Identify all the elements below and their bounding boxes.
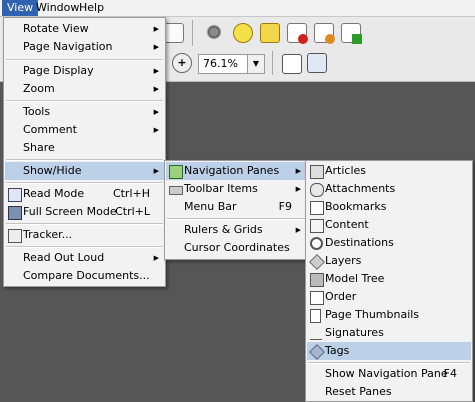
submenu-arrow-icon: ▶	[153, 126, 159, 134]
order-icon	[310, 291, 324, 305]
menu-bar: View Window Help	[0, 0, 475, 17]
menu-item-page-display[interactable]: Page Display ▶	[5, 62, 164, 80]
content-icon	[310, 219, 324, 233]
sign-document-icon[interactable]	[314, 23, 335, 44]
submenu-arrow-icon: ▶	[153, 167, 159, 175]
submenu-arrow-icon: ▶	[153, 67, 159, 75]
menu-item-show-navigation-pane[interactable]: Show Navigation Pane F4	[307, 365, 471, 383]
menu-item-reset-panes[interactable]: Reset Panes	[307, 383, 471, 401]
menu-item-show-hide[interactable]: Show/Hide ▶	[5, 162, 164, 180]
read-mode-icon	[8, 188, 22, 202]
menu-item-full-screen-mode[interactable]: Full Screen Mode Ctrl+L	[5, 203, 164, 221]
signatures-icon	[310, 327, 322, 340]
comment-icon[interactable]	[233, 23, 253, 43]
menu-separator	[6, 59, 163, 61]
submenu-arrow-icon: ▶	[295, 167, 301, 175]
fit-page-icon[interactable]	[307, 53, 327, 73]
menu-item-page-thumbnails[interactable]: Page Thumbnails	[307, 306, 471, 324]
zoom-input[interactable]: 76.1%	[198, 54, 250, 74]
tag-icon	[309, 344, 325, 360]
submenu-arrow-icon: ▶	[295, 226, 301, 234]
menu-separator	[6, 159, 163, 161]
menu-item-menu-bar[interactable]: Menu Bar F9	[166, 198, 306, 216]
menu-separator	[6, 182, 163, 184]
toolbar-separator	[192, 20, 193, 46]
show-hide-submenu: Navigation Panes ▶ Toolbar Items ▶ Menu …	[164, 160, 308, 260]
navigation-panes-icon	[169, 165, 183, 179]
toolbar-separator	[272, 51, 273, 75]
menu-separator	[6, 246, 163, 248]
menu-item-read-mode[interactable]: Read Mode Ctrl+H	[5, 185, 164, 203]
paperclip-icon	[310, 183, 324, 197]
menu-item-tools[interactable]: Tools ▶	[5, 103, 164, 121]
submenu-arrow-icon: ▶	[153, 85, 159, 93]
menu-item-tracker[interactable]: Tracker...	[5, 226, 164, 244]
menu-item-order[interactable]: Order	[307, 288, 471, 306]
submenu-arrow-icon: ▶	[153, 254, 159, 262]
model-tree-icon	[310, 273, 324, 287]
menu-item-model-tree[interactable]: Model Tree	[307, 270, 471, 288]
menu-item-cursor-coordinates[interactable]: Cursor Coordinates	[166, 239, 306, 257]
full-screen-icon	[8, 206, 22, 220]
destinations-icon	[310, 237, 323, 250]
delete-document-icon[interactable]	[287, 23, 308, 44]
zoom-dropdown-button[interactable]: ▼	[247, 54, 265, 74]
menu-item-layers[interactable]: Layers	[307, 252, 471, 270]
menubar-help[interactable]: Help	[74, 0, 109, 16]
menu-item-zoom[interactable]: Zoom ▶	[5, 80, 164, 98]
submenu-arrow-icon: ▶	[153, 108, 159, 116]
menu-item-rulers-grids[interactable]: Rulers & Grids ▶	[166, 221, 306, 239]
menu-item-compare-documents[interactable]: Compare Documents...	[5, 267, 164, 285]
toolbar-items-icon	[169, 186, 183, 195]
zoom-in-icon[interactable]: +	[172, 53, 192, 73]
view-menu: Rotate View ▶ Page Navigation ▶ Page Dis…	[3, 17, 166, 287]
menu-separator	[6, 100, 163, 102]
menu-item-share[interactable]: Share	[5, 139, 164, 157]
fit-width-icon[interactable]	[282, 54, 302, 74]
menu-item-navigation-panes[interactable]: Navigation Panes ▶	[166, 162, 306, 180]
layers-icon	[309, 254, 325, 270]
menu-item-read-out-loud[interactable]: Read Out Loud ▶	[5, 249, 164, 267]
email-icon[interactable]	[164, 23, 184, 43]
menu-item-page-navigation[interactable]: Page Navigation ▶	[5, 38, 164, 56]
tracker-icon	[8, 229, 22, 243]
menu-item-bookmarks[interactable]: Bookmarks	[307, 198, 471, 216]
menu-item-content[interactable]: Content	[307, 216, 471, 234]
submenu-arrow-icon: ▶	[153, 25, 159, 33]
export-document-icon[interactable]	[341, 23, 362, 44]
bookmark-icon	[310, 201, 324, 215]
menu-item-tags[interactable]: Tags	[307, 342, 471, 360]
page-thumbnails-icon	[310, 309, 321, 323]
submenu-arrow-icon: ▶	[295, 185, 301, 193]
menu-item-destinations[interactable]: Destinations	[307, 234, 471, 252]
menu-separator	[167, 218, 305, 220]
highlight-icon[interactable]	[260, 23, 280, 43]
menu-item-articles[interactable]: Articles	[307, 162, 471, 180]
menu-separator	[6, 223, 163, 225]
navigation-panes-submenu: Articles Attachments Bookmarks Content D…	[305, 160, 473, 402]
menu-item-toolbar-items[interactable]: Toolbar Items ▶	[166, 180, 306, 198]
menu-item-rotate-view[interactable]: Rotate View ▶	[5, 20, 164, 38]
articles-icon	[310, 165, 324, 179]
menu-separator	[308, 362, 470, 364]
submenu-arrow-icon: ▶	[153, 43, 159, 51]
gear-icon[interactable]	[205, 23, 223, 41]
menu-item-signatures[interactable]: Signatures	[307, 324, 471, 342]
menu-item-comment[interactable]: Comment ▶	[5, 121, 164, 139]
menu-item-attachments[interactable]: Attachments	[307, 180, 471, 198]
